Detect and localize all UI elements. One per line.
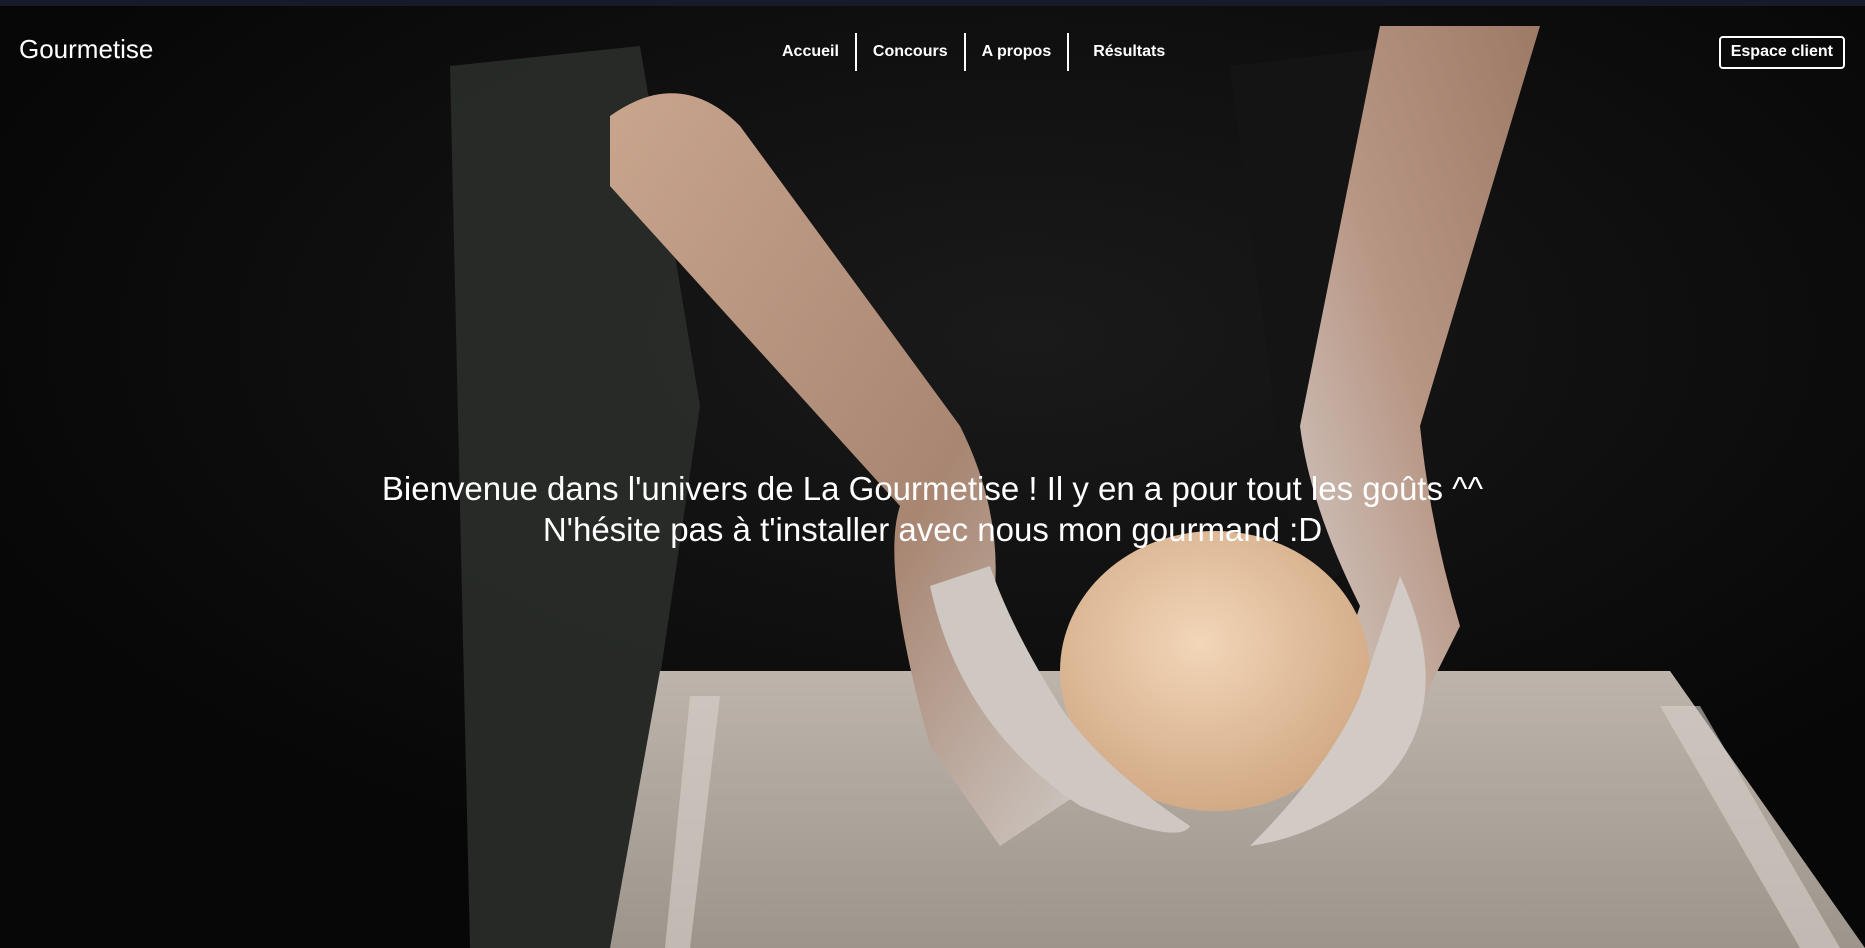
- main-menu: Accueil Concours A propos Résultats: [766, 33, 1181, 71]
- nav-item-a-propos[interactable]: A propos: [966, 33, 1068, 71]
- nav-item-accueil[interactable]: Accueil: [766, 33, 855, 71]
- hero-line-2: N'hésite pas à t'installer avec nous mon…: [542, 511, 1323, 548]
- hero-welcome-text: Bienvenue dans l'univers de La Gourmetis…: [0, 468, 1865, 550]
- nav-item-resultats[interactable]: Résultats: [1069, 33, 1181, 71]
- top-navbar: Gourmetise Accueil Concours A propos Rés…: [0, 6, 1865, 96]
- client-area-button[interactable]: Espace client: [1718, 36, 1845, 69]
- brand-logo-text[interactable]: Gourmetise: [19, 34, 153, 65]
- nav-item-concours[interactable]: Concours: [857, 33, 964, 71]
- hero-line-1: Bienvenue dans l'univers de La Gourmetis…: [381, 470, 1484, 507]
- page: Gourmetise Accueil Concours A propos Rés…: [0, 0, 1865, 948]
